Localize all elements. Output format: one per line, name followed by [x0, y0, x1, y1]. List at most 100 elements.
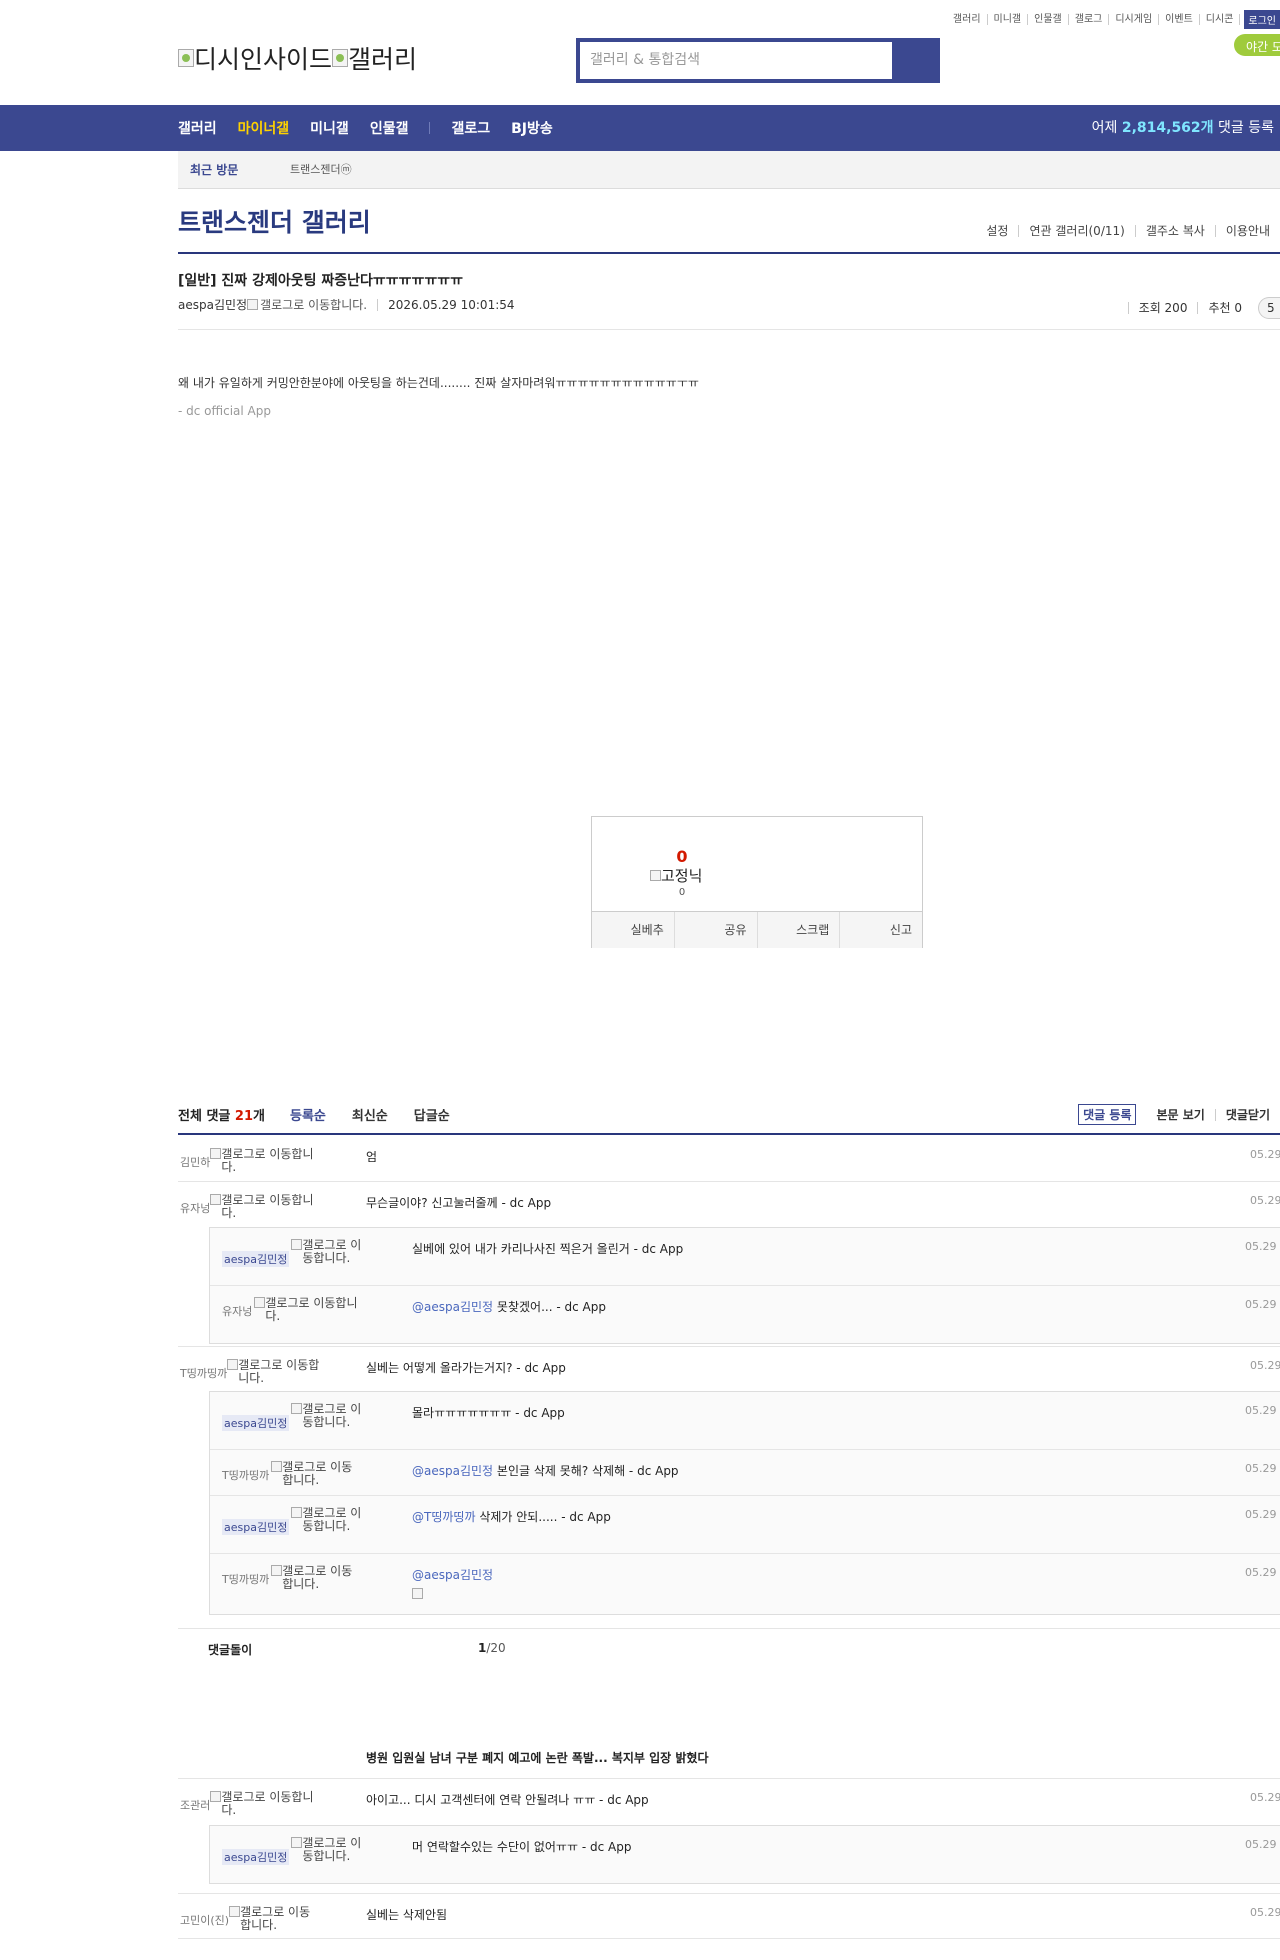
gallog-icon	[254, 1297, 266, 1308]
gallog-icon	[291, 1403, 303, 1414]
reply-nick-text: T띵까띵까	[222, 1469, 270, 1482]
write-comment-button[interactable]: 댓글 등록	[1078, 1104, 1137, 1125]
post-author[interactable]: aespa김민정	[178, 296, 247, 313]
topnav-dccon-link[interactable]: 디시콘	[1200, 14, 1241, 25]
fixnick-recommend-button[interactable]: 고정닉	[650, 865, 702, 886]
topnav-event-link[interactable]: 이벤트	[1159, 14, 1200, 25]
reply-mention[interactable]: @aespa김민정	[412, 1568, 493, 1582]
usage-guide-link[interactable]: 이용안내	[1214, 225, 1280, 237]
reply-nick-text: aespa김민정	[222, 1251, 290, 1267]
gallog-link[interactable]: 갤로그로 이동합니다.	[271, 1461, 361, 1487]
topnav-dcgame-link[interactable]: 디시게임	[1109, 14, 1160, 25]
comment-text: 엄	[366, 1150, 378, 1164]
comment-date: 05.29 10:12:09	[1250, 1359, 1280, 1372]
gallog-icon	[229, 1906, 241, 1917]
gallog-alt-text: 갤로그로 이동합니다.	[302, 1836, 362, 1863]
comment-count-pill[interactable]: 5	[1258, 297, 1280, 319]
copy-gallery-url-link[interactable]: 갤주소 복사	[1134, 225, 1215, 237]
reply-nick-text: T띵까띵까	[222, 1573, 270, 1586]
comment-nick[interactable]: 조관러 갤로그로 이동합니다.	[180, 1791, 320, 1817]
gallog-alt-text: 갤로그로 이동합니다.	[260, 298, 368, 312]
comment-text: 실베는 삭제안됨	[366, 1908, 448, 1922]
reply-nick[interactable]: aespa김민정 갤로그로 이동합니다.	[222, 1403, 363, 1431]
sort-by-replies[interactable]: 답글순	[414, 1105, 450, 1124]
gallery-title[interactable]: 트랜스젠더 갤러리	[178, 203, 371, 239]
comment-nick[interactable]: 고민이(진) 갤로그로 이동합니다.	[180, 1906, 319, 1932]
gallog-link[interactable]: 갤로그로 이동합니다.	[210, 1791, 320, 1817]
gallog-link[interactable]: 갤로그로 이동합니다.	[229, 1906, 319, 1932]
night-mode-button[interactable]: 야간 모드	[1234, 34, 1280, 56]
reply-nick[interactable]: 유자넝 갤로그로 이동합니다.	[222, 1297, 366, 1323]
reply-date: 05.29 10:08:02	[1245, 1298, 1280, 1311]
gnb-mini-gallery[interactable]: 미니갤	[310, 118, 349, 138]
related-gallery-link[interactable]: 연관 갤러리(0/11)	[1018, 225, 1134, 237]
gallog-link[interactable]: 갤로그로 이동합니다.	[291, 1239, 363, 1265]
gallog-icon	[271, 1461, 283, 1472]
gallog-link[interactable]: 갤로그로 이동합니다.	[291, 1837, 363, 1863]
scrap-button[interactable]: 스크랩	[756, 912, 840, 948]
topnav-person-gallery-link[interactable]: 인물갤	[1028, 14, 1069, 25]
gallog-link[interactable]: 갤로그로 이동합니다.	[291, 1507, 363, 1533]
reply-text: @aespa김민정 본인글 삭제 못해? 삭제해 - dc App	[412, 1462, 679, 1479]
reply-date: 05.29 10:22:40	[1245, 1838, 1280, 1851]
gallog-alt-text: 갤로그로 이동합니다.	[282, 1564, 353, 1591]
reply-mention[interactable]: @aespa김민정	[412, 1464, 493, 1478]
gallery-settings-link[interactable]: 설정	[976, 225, 1018, 237]
gnb-gallery[interactable]: 갤러리	[178, 118, 217, 138]
gallog-alt-text: 갤로그로 이동합니다.	[302, 1506, 362, 1533]
search-input[interactable]: 갤러리 & 통합검색	[580, 42, 892, 79]
comment-bot-pager[interactable]: 1/20	[478, 1641, 506, 1655]
recent-visit-item[interactable]: 트랜스젠더ⓜ	[290, 151, 352, 189]
sort-by-registered[interactable]: 등록순	[290, 1105, 326, 1124]
comments-total-label: 전체 댓글	[178, 1109, 231, 1124]
gallog-alt-text: 갤로그로 이동합니다.	[265, 1296, 358, 1323]
gallog-link[interactable]: 갤로그로 이동합니다.	[254, 1297, 366, 1323]
reply-row: 유자넝 갤로그로 이동합니다. @aespa김민정 못찾겠어... - dc A…	[210, 1286, 1280, 1344]
close-comments-button[interactable]: 댓글닫기	[1214, 1108, 1280, 1121]
report-button[interactable]: 신고	[839, 912, 922, 948]
gnb-gallog[interactable]: 갤로그	[451, 118, 490, 138]
comment-nick[interactable]: T띵까띵까 갤로그로 이동합니다.	[180, 1359, 323, 1385]
gallog-link[interactable]: 갤로그로 이동합니다.	[271, 1565, 361, 1591]
sort-by-latest[interactable]: 최신순	[352, 1105, 388, 1124]
reply-mention[interactable]: @aespa김민정	[412, 1300, 493, 1314]
gallog-link[interactable]: 갤로그로 이동합니다.	[210, 1194, 320, 1220]
comments-header: 전체 댓글 21개 등록순 최신순 답글순 댓글 등록 본문 보기 댓글닫기	[178, 1104, 1280, 1135]
gnb-bj-broadcast[interactable]: BJ방송	[511, 118, 553, 138]
reply-nick[interactable]: aespa김민정 갤로그로 이동합니다.	[222, 1507, 363, 1535]
comment-bot-label: 댓글돌이	[208, 1643, 253, 1657]
comment-nick[interactable]: 김민하 갤로그로 이동합니다.	[180, 1148, 320, 1174]
recent-visit-label[interactable]: 최근 방문	[190, 151, 238, 189]
news-headline[interactable]: 병원 입원실 남녀 구분 폐지 예고에 논란 폭발... 복지부 입장 밝혔다	[366, 1749, 709, 1766]
login-button[interactable]: 로그인	[1244, 10, 1280, 29]
view-body-button[interactable]: 본문 보기	[1156, 1109, 1214, 1121]
fixnick-icon	[650, 870, 661, 881]
gallog-alt-text: 갤로그로 이동합니다.	[221, 1790, 314, 1817]
gallog-link[interactable]: 갤로그로 이동합니다.	[210, 1148, 320, 1174]
topnav-minigallery-link[interactable]: 미니갤	[988, 14, 1029, 25]
topnav-gallog-link[interactable]: 갤로그	[1069, 14, 1110, 25]
site-logo[interactable]: 디시인사이드 갤러리	[178, 40, 417, 76]
gallog-link[interactable]: 갤로그로 이동합니다.	[291, 1403, 363, 1429]
comment-nick-text: 김민하	[180, 1156, 211, 1169]
reply-mention[interactable]: @T띵까띵까	[412, 1510, 476, 1524]
reply-nick[interactable]: aespa김민정 갤로그로 이동합니다.	[222, 1837, 363, 1865]
best-recommend-button[interactable]: 실베추	[592, 912, 674, 948]
gnb-person-gallery[interactable]: 인물갤	[370, 118, 409, 138]
reply-row: aespa김민정 갤로그로 이동합니다. 머 연락할수있는 수단이 없어ㅠㅠ -…	[210, 1826, 1280, 1883]
gallog-link[interactable]: 갤로그로 이동합니다.	[227, 1359, 323, 1385]
topnav-gallery-link[interactable]: 갤러리	[947, 14, 988, 25]
reply-nick[interactable]: T띵까띵까 갤로그로 이동합니다.	[222, 1461, 361, 1487]
post-header-divider	[178, 329, 1280, 330]
share-button[interactable]: 공유	[673, 912, 757, 948]
gallog-icon	[291, 1239, 303, 1250]
comment-row: T띵까띵까 갤로그로 이동합니다. 실베는 어떻게 올라가는거지? - dc A…	[178, 1346, 1280, 1392]
gallog-icon	[210, 1148, 222, 1159]
search-box: 갤러리 & 통합검색	[576, 38, 940, 83]
gnb-minor-gallery[interactable]: 마이너갤	[238, 118, 290, 138]
reply-nick[interactable]: T띵까띵까 갤로그로 이동합니다.	[222, 1565, 361, 1591]
search-button[interactable]	[892, 42, 936, 79]
gallog-icon[interactable]	[247, 299, 259, 310]
comment-nick[interactable]: 유자넝 갤로그로 이동합니다.	[180, 1194, 320, 1220]
reply-nick[interactable]: aespa김민정 갤로그로 이동합니다.	[222, 1239, 363, 1267]
